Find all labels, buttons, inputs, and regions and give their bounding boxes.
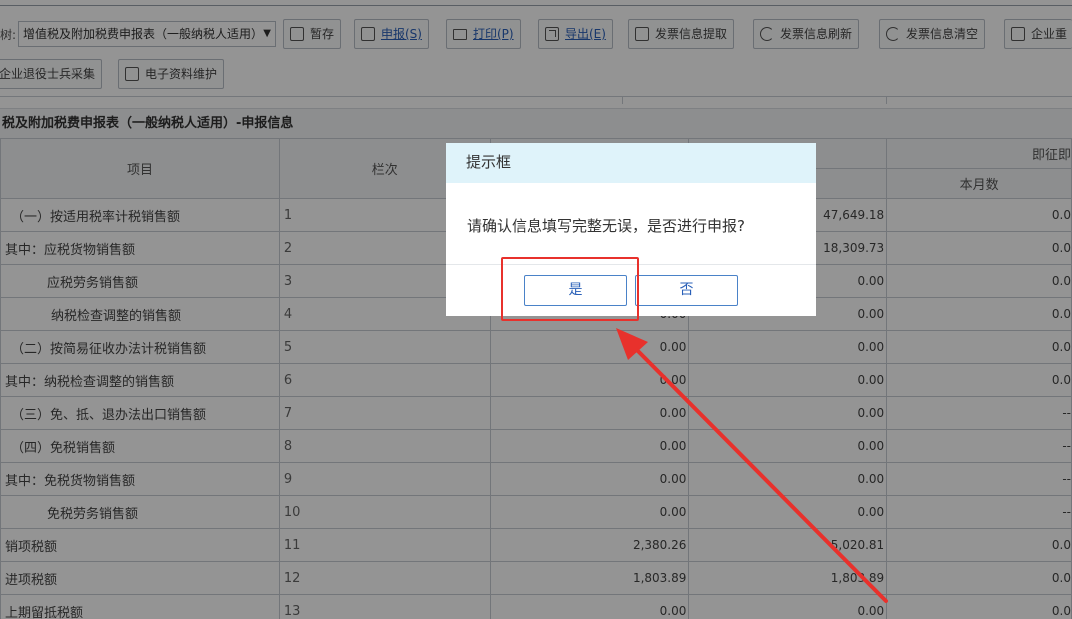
dialog-message: 请确认信息填写完整无误，是否进行申报? — [467, 217, 745, 235]
dialog-title: 提示框 — [446, 143, 816, 183]
yes-button-highlight — [501, 257, 639, 321]
confirm-no-button[interactable]: 否 — [635, 275, 738, 306]
